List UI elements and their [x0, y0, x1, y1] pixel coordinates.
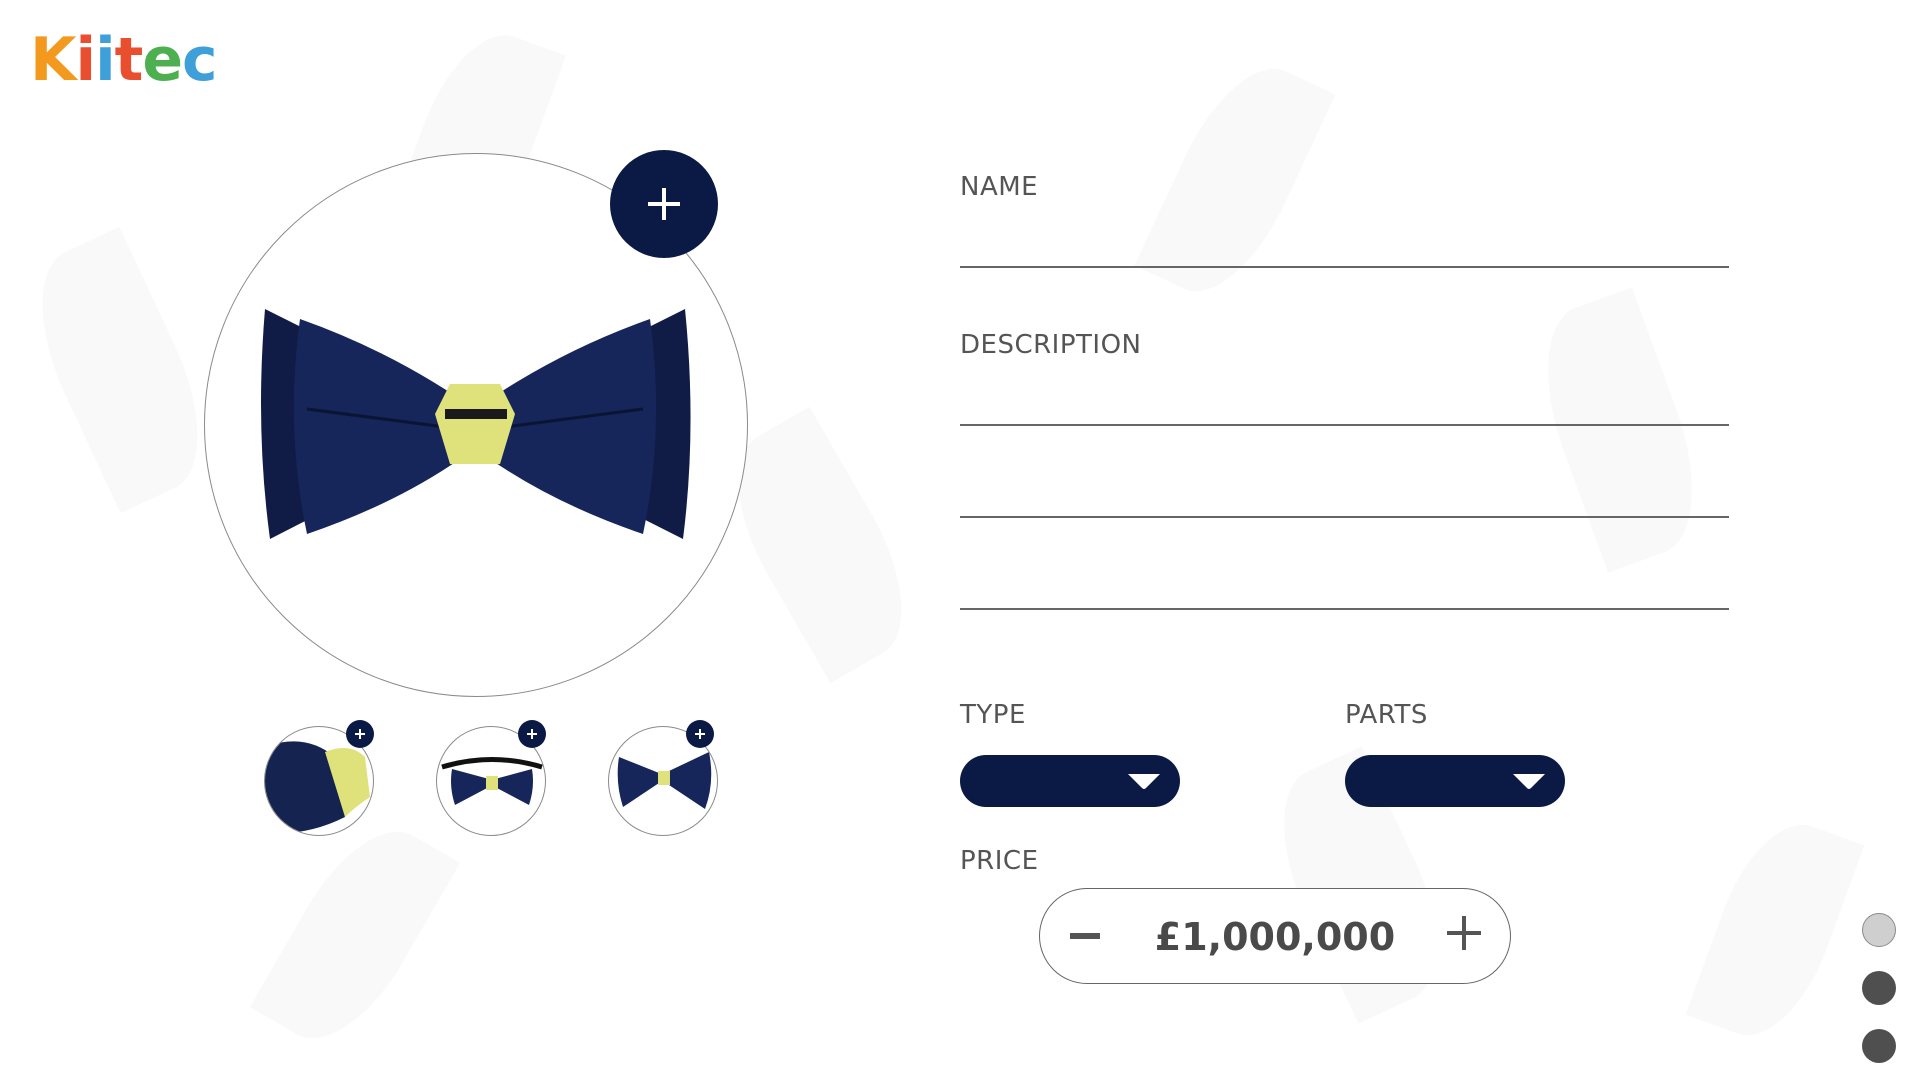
- background-pattern: [1685, 807, 1865, 1053]
- price-value: £1,000,000: [1154, 915, 1396, 959]
- description-underline-2: [960, 516, 1729, 518]
- add-thumbnail-1-button[interactable]: [346, 720, 374, 748]
- logo-letter: i: [75, 25, 97, 95]
- background-pattern: [1134, 47, 1336, 313]
- background-pattern: [10, 226, 230, 514]
- price-stepper: £1,000,000: [1039, 888, 1511, 984]
- background-pattern: [249, 807, 461, 1063]
- product-editor-screen: Kiitec NAME DESCRIPTION TYPE PARTS PRICE…: [0, 0, 1920, 1080]
- type-dropdown[interactable]: [960, 755, 1180, 807]
- description-underline-1: [960, 424, 1729, 426]
- parts-dropdown[interactable]: [1345, 755, 1565, 807]
- minus-icon: [1070, 933, 1100, 939]
- name-input[interactable]: [960, 222, 1729, 262]
- description-label: DESCRIPTION: [960, 330, 1142, 360]
- name-label: NAME: [960, 172, 1039, 202]
- logo-letter: c: [182, 25, 218, 95]
- logo-letter: i: [95, 25, 116, 95]
- logo-letter: e: [142, 25, 183, 95]
- background-pattern: [1519, 287, 1721, 573]
- description-underline-3: [960, 608, 1729, 610]
- price-decrease-button[interactable]: [1068, 919, 1102, 953]
- add-main-image-button[interactable]: [610, 150, 718, 258]
- page-dot-2[interactable]: [1862, 971, 1896, 1005]
- add-thumbnail-3-button[interactable]: [686, 720, 714, 748]
- description-input-line-3[interactable]: [960, 564, 1729, 604]
- page-dot-1[interactable]: [1862, 913, 1896, 947]
- name-underline: [960, 266, 1729, 268]
- plus-icon: [695, 729, 705, 739]
- parts-label: PARTS: [1345, 700, 1428, 730]
- chevron-down-icon: [1513, 774, 1545, 789]
- description-input-line-1[interactable]: [960, 380, 1729, 420]
- logo-letter: K: [30, 25, 76, 95]
- brand-logo: Kiitec: [30, 25, 218, 95]
- plus-icon: [355, 729, 365, 739]
- bow-tie-band: [435, 384, 515, 464]
- plus-icon: [1447, 916, 1481, 950]
- plus-icon: [648, 188, 680, 220]
- page-dot-3[interactable]: [1862, 1029, 1896, 1063]
- bow-tie-image: [261, 309, 691, 539]
- price-increase-button[interactable]: [1446, 915, 1482, 951]
- plus-icon: [527, 729, 537, 739]
- type-label: TYPE: [960, 700, 1026, 730]
- add-thumbnail-2-button[interactable]: [518, 720, 546, 748]
- chevron-down-icon: [1128, 774, 1160, 789]
- logo-letter: t: [114, 25, 144, 95]
- price-label: PRICE: [960, 846, 1039, 876]
- description-input-line-2[interactable]: [960, 472, 1729, 512]
